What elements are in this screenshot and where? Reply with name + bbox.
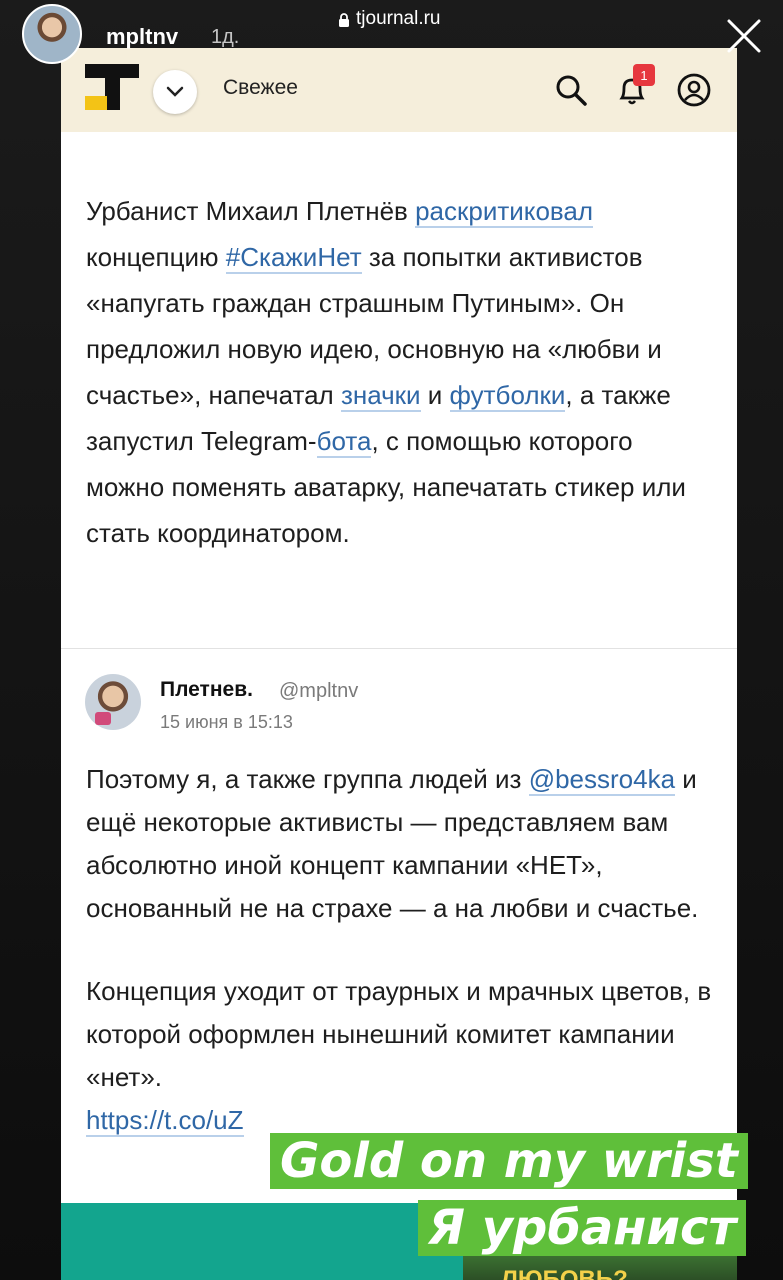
- tweet-body: Поэтому я, а также группа людей из @bess…: [86, 758, 716, 1182]
- text-span: Поэтому я, а также группа людей из: [86, 764, 529, 794]
- article-link-bot[interactable]: бота: [316, 426, 372, 458]
- tweet-author-handle[interactable]: @mpltnv: [279, 680, 358, 703]
- tweet-mention-link[interactable]: @bessro4ka: [528, 764, 676, 796]
- text-span: и: [420, 380, 450, 410]
- close-icon[interactable]: [726, 18, 762, 54]
- text-span: концепцию: [86, 242, 226, 272]
- tweet-paragraph: Концепция уходит от траурных и мрачных ц…: [86, 970, 716, 1142]
- profile-icon[interactable]: [674, 70, 714, 110]
- tweet-paragraph: Поэтому я, а также группа людей из @bess…: [86, 758, 716, 930]
- story-avatar[interactable]: [22, 4, 82, 64]
- avatar-badge: [95, 712, 111, 725]
- article-link-criticized[interactable]: раскритиковал: [415, 196, 594, 228]
- article-text: Урбанист Михаил Плетнёв раскритиковал ко…: [86, 188, 706, 556]
- story-link-url[interactable]: tjournal.ru: [338, 8, 441, 30]
- feed-label[interactable]: Свежее: [223, 76, 298, 100]
- tweet-date[interactable]: 15 июня в 15:13: [160, 712, 293, 733]
- tj-logo[interactable]: [85, 60, 139, 116]
- tweet-author-name[interactable]: Плетнев.: [160, 678, 253, 702]
- text-span: Концепция уходит от траурных и мрачных ц…: [86, 976, 712, 1092]
- story-time: 1д.: [211, 26, 240, 48]
- article-link-hashtag[interactable]: #СкажиНет: [225, 242, 362, 274]
- banner-text: ЛЮБОВЬ?: [501, 1266, 628, 1280]
- tweet-avatar[interactable]: [85, 674, 141, 730]
- divider: [61, 648, 737, 649]
- article-paragraph: Урбанист Михаил Плетнёв раскритиковал ко…: [86, 188, 706, 556]
- url-text: tjournal.ru: [356, 8, 441, 29]
- story-username[interactable]: mpltnv: [106, 24, 178, 50]
- text-span: Урбанист Михаил Плетнёв: [86, 196, 416, 226]
- article-link-tshirts[interactable]: футболки: [449, 380, 566, 412]
- feed-dropdown-button[interactable]: [153, 70, 197, 114]
- tweet-url-link[interactable]: https://t.co/uZ: [86, 1105, 244, 1137]
- text-sticker-gold: Gold on my wrist: [270, 1133, 748, 1189]
- story-header: mpltnv 1д. tjournal.ru: [0, 0, 783, 64]
- site-header: Свежее 1: [61, 48, 737, 132]
- webpage-screenshot: Свежее 1 Урбанист Михаил Плетнёв раскрит…: [61, 48, 737, 1280]
- article-link-badges[interactable]: значки: [340, 380, 421, 412]
- lock-icon: [338, 13, 350, 27]
- notification-badge: 1: [633, 64, 655, 86]
- text-sticker-urbanist: Я урбанист: [418, 1200, 747, 1256]
- search-icon[interactable]: [551, 70, 591, 110]
- chevron-down-icon: [166, 86, 184, 97]
